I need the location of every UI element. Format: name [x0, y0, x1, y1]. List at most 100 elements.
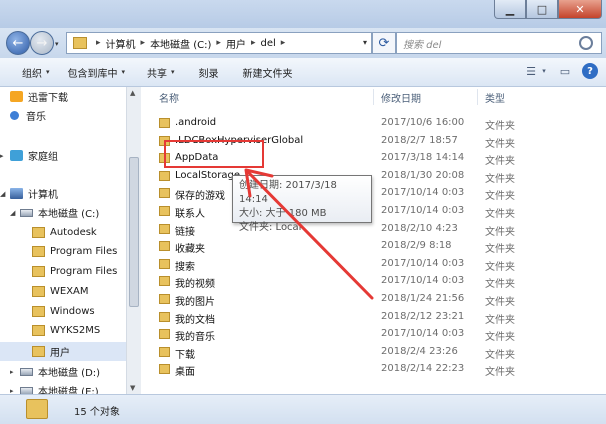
folder-icon [159, 241, 170, 251]
folder-icon [159, 224, 170, 234]
file-row[interactable]: 保存的游戏 2017/10/14 0:03 文件夹 [141, 184, 606, 202]
collapse-icon[interactable]: ◢ [0, 190, 10, 198]
chevron-down-icon: ▾ [46, 68, 50, 76]
file-row[interactable]: 联系人 2017/10/14 0:03 文件夹 [141, 202, 606, 220]
file-modified-date: 2017/10/14 0:03 [381, 187, 465, 198]
scroll-thumb[interactable] [129, 157, 139, 307]
file-type: 文件夹 [485, 191, 515, 202]
column-header-date-label: 修改日期 [381, 93, 421, 105]
share-button[interactable]: 共享 ▾ [147, 65, 175, 80]
item-count: 15 个对象 [74, 407, 120, 418]
column-header-name[interactable]: 名称 [159, 87, 179, 107]
nav-item-homegroup[interactable]: ▸ 家庭组 [0, 146, 126, 165]
nav-item-drive-d[interactable]: ▸ 本地磁盘 (D:) [0, 362, 126, 381]
view-dropdown-icon[interactable]: ▾ [540, 63, 548, 79]
file-row[interactable]: 我的图片 2018/1/24 21:56 文件夹 [141, 290, 606, 308]
recent-pages-dropdown-icon[interactable]: ▾ [55, 40, 59, 48]
address-bar[interactable]: ▸ 计算机 ▸ 本地磁盘 (C:) ▸ 用户 ▸ del ▸ ▾ [66, 32, 372, 54]
expand-icon[interactable]: ▸ [0, 152, 10, 160]
folder-icon [159, 259, 170, 269]
collapse-icon[interactable]: ◢ [10, 209, 20, 217]
column-divider[interactable] [373, 89, 374, 105]
breadcrumb-del[interactable]: del [260, 38, 275, 49]
nav-item-windows[interactable]: Windows [0, 302, 126, 321]
file-type: 文件夹 [485, 227, 515, 238]
folder-icon [159, 276, 170, 286]
file-row[interactable]: 下载 2018/2/4 23:26 文件夹 [141, 343, 606, 361]
file-name: 我的视频 [175, 279, 215, 290]
nav-item-wexam[interactable]: WEXAM [0, 282, 126, 301]
file-row[interactable]: 桌面 2018/2/14 22:23 文件夹 [141, 360, 606, 378]
nav-item-program-files-x86[interactable]: Program Files [0, 262, 126, 281]
nav-item-drive-c[interactable]: ◢ 本地磁盘 (C:) [0, 203, 126, 222]
nav-item-label: 音乐 [26, 112, 46, 123]
file-row[interactable]: .android 2017/10/6 16:00 文件夹 [141, 114, 606, 132]
search-box[interactable]: 搜索 del [396, 32, 602, 54]
file-type: 文件夹 [485, 156, 515, 167]
folder-icon [32, 325, 45, 336]
expand-icon[interactable]: ▸ [10, 387, 20, 395]
file-row[interactable]: 搜索 2017/10/14 0:03 文件夹 [141, 255, 606, 273]
help-icon[interactable]: ? [582, 63, 598, 79]
folder-icon [32, 246, 45, 257]
nav-item-users[interactable]: 用户 [0, 342, 126, 361]
nav-item-thunder-downloads[interactable]: 迅雷下载 [0, 87, 126, 106]
folder-icon [32, 306, 45, 317]
refresh-button[interactable]: ⟳ [372, 32, 396, 54]
nav-item-program-files[interactable]: Program Files [0, 242, 126, 261]
tooltip-size: 大小: 大于 180 MB [239, 208, 327, 219]
close-button[interactable]: ✕ [558, 0, 602, 19]
preview-pane-icon[interactable]: ▭ [556, 63, 574, 79]
column-header-date[interactable]: 修改日期 [381, 87, 421, 107]
scroll-up-icon[interactable]: ▲ [130, 89, 135, 97]
file-type: 文件夹 [485, 315, 515, 326]
file-name: 收藏夹 [175, 244, 205, 255]
back-button[interactable]: ← [6, 31, 30, 55]
breadcrumb-separator-icon[interactable]: ▸ [141, 38, 146, 48]
download-icon [10, 91, 23, 102]
file-row[interactable]: 我的音乐 2017/10/14 0:03 文件夹 [141, 325, 606, 343]
file-modified-date: 2017/10/14 0:03 [381, 328, 465, 339]
breadcrumb-separator-icon[interactable]: ▸ [96, 38, 101, 48]
new-folder-button[interactable]: 新建文件夹 [243, 65, 293, 80]
file-row[interactable]: LocalStorage 2018/1/30 20:08 文件夹 [141, 167, 606, 185]
address-dropdown-icon[interactable]: ▾ [363, 38, 367, 47]
breadcrumb-drive-c[interactable]: 本地磁盘 (C:) [150, 36, 211, 51]
file-row[interactable]: 链接 2018/2/10 4:23 文件夹 [141, 220, 606, 238]
breadcrumb-separator-icon[interactable]: ▸ [251, 38, 256, 48]
folder-icon [73, 37, 87, 49]
nav-item-music[interactable]: 音乐 [0, 106, 126, 125]
minimize-button[interactable]: ▁ [494, 0, 526, 19]
nav-item-drive-e[interactable]: ▸ 本地磁盘 (E:) [0, 381, 126, 394]
scroll-down-icon[interactable]: ▼ [130, 384, 135, 392]
file-row[interactable]: 收藏夹 2018/2/9 8:18 文件夹 [141, 237, 606, 255]
file-type: 文件夹 [485, 174, 515, 185]
maximize-button[interactable]: □ [526, 0, 558, 19]
column-header-type[interactable]: 类型 [485, 87, 505, 107]
navigation-scrollbar[interactable]: ▲ ▼ [126, 87, 141, 394]
music-icon [10, 111, 19, 120]
forward-button[interactable]: → [30, 31, 54, 55]
burn-button[interactable]: 刻录 [199, 65, 219, 80]
organize-button[interactable]: 组织 ▾ [22, 65, 50, 80]
breadcrumb-computer[interactable]: 计算机 [106, 36, 136, 51]
nav-item-autodesk[interactable]: Autodesk [0, 223, 126, 242]
expand-icon[interactable]: ▸ [10, 368, 20, 376]
nav-item-computer[interactable]: ◢ 计算机 [0, 184, 126, 203]
file-modified-date: 2017/10/14 0:03 [381, 205, 465, 216]
file-type: 文件夹 [485, 121, 515, 132]
file-type: 文件夹 [485, 332, 515, 343]
search-input[interactable]: 搜索 del [403, 36, 579, 51]
column-divider[interactable] [477, 89, 478, 105]
folder-icon [32, 227, 45, 238]
search-icon[interactable] [579, 36, 593, 50]
file-row[interactable]: 我的文档 2018/2/12 23:21 文件夹 [141, 308, 606, 326]
breadcrumb-separator-icon[interactable]: ▸ [281, 38, 286, 48]
breadcrumb-separator-icon[interactable]: ▸ [216, 38, 221, 48]
include-in-library-button[interactable]: 包含到库中 ▾ [68, 65, 126, 80]
nav-item-wyks2ms[interactable]: WYKS2MS [0, 321, 126, 340]
change-view-icon[interactable]: ☰ [522, 63, 540, 79]
file-list: 名称 修改日期 类型 .android 2017/10/6 16:00 文件夹 .LD… [141, 87, 606, 394]
file-row[interactable]: 我的视频 2017/10/14 0:03 文件夹 [141, 272, 606, 290]
breadcrumb-users[interactable]: 用户 [226, 36, 246, 51]
